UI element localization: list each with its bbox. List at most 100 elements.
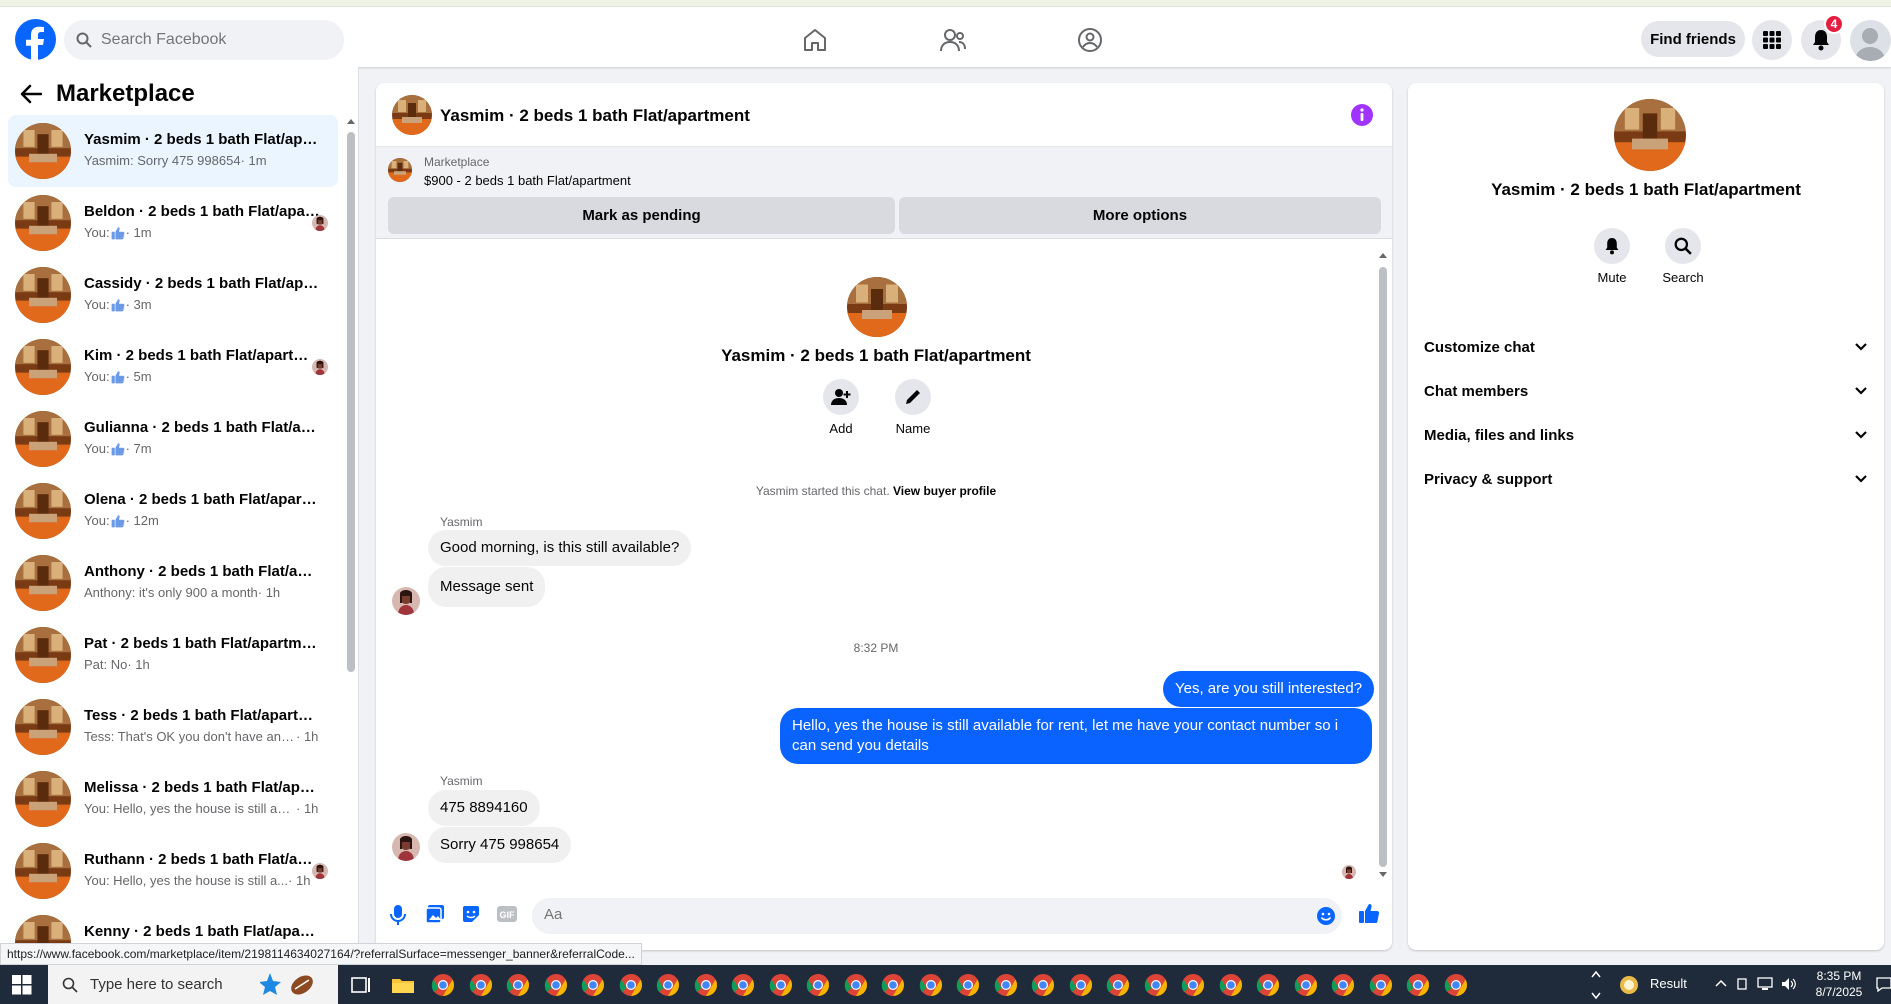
chrome-window-icon[interactable] bbox=[955, 972, 981, 998]
gif-icon[interactable]: GIF bbox=[496, 904, 518, 924]
details-avatar[interactable] bbox=[1614, 99, 1686, 171]
chrome-window-icon[interactable] bbox=[1180, 972, 1206, 998]
chrome-window-icon[interactable] bbox=[1105, 972, 1131, 998]
like-thumb-icon[interactable] bbox=[1358, 902, 1380, 924]
chat-avatar[interactable] bbox=[392, 95, 432, 135]
chrome-window-icon[interactable] bbox=[543, 972, 569, 998]
chrome-window-icon[interactable] bbox=[1443, 972, 1469, 998]
taskbar-scroll-icon[interactable] bbox=[1590, 967, 1602, 1003]
conversation-item[interactable]: Melissa · 2 beds 1 bath Flat/apartment Yo… bbox=[8, 763, 338, 835]
windows-start-icon[interactable] bbox=[12, 975, 32, 995]
scroll-down-arrow-icon[interactable] bbox=[1378, 871, 1388, 879]
message-input-box[interactable] bbox=[532, 898, 1342, 934]
view-buyer-profile-link[interactable]: View buyer profile bbox=[893, 484, 996, 498]
weather-icon[interactable] bbox=[1618, 974, 1640, 996]
chrome-window-icon[interactable] bbox=[730, 972, 756, 998]
chrome-window-icon[interactable] bbox=[918, 972, 944, 998]
incoming-message[interactable]: 475 8894160 bbox=[428, 790, 540, 826]
search-in-chat-button[interactable]: Search bbox=[1653, 228, 1713, 285]
details-section-2[interactable]: Media, files and links bbox=[1424, 413, 1868, 457]
microphone-icon[interactable] bbox=[390, 904, 406, 926]
chrome-window-icon[interactable] bbox=[768, 972, 794, 998]
chrome-window-icon[interactable] bbox=[1330, 972, 1356, 998]
conversation-item[interactable]: Pat · 2 beds 1 bath Flat/apartment Pat: N… bbox=[8, 619, 338, 691]
file-explorer-icon[interactable] bbox=[390, 972, 416, 998]
home-icon[interactable] bbox=[800, 25, 830, 55]
groups-icon[interactable] bbox=[1075, 25, 1105, 55]
weather-label[interactable]: Result bbox=[1650, 976, 1687, 991]
sticker-icon[interactable] bbox=[461, 904, 481, 924]
volume-icon[interactable] bbox=[1780, 976, 1798, 992]
tray-chevron-icon[interactable] bbox=[1714, 977, 1728, 991]
friends-icon[interactable] bbox=[938, 25, 968, 55]
listing-price-title[interactable]: $900 - 2 beds 1 bath Flat/apartment bbox=[424, 173, 631, 188]
conversation-scroll-thumb[interactable] bbox=[347, 132, 355, 672]
chrome-window-icon[interactable] bbox=[993, 972, 1019, 998]
conversation-item[interactable]: Yasmim · 2 beds 1 bath Flat/apartment Yas… bbox=[8, 115, 338, 187]
chat-title[interactable]: Yasmim · 2 beds 1 bath Flat/apartment bbox=[440, 106, 750, 126]
taskbar-clock[interactable]: 8:35 PM 8/7/2025 bbox=[1806, 968, 1872, 1000]
chrome-window-icon[interactable] bbox=[1218, 972, 1244, 998]
more-options-button[interactable]: More options bbox=[899, 197, 1381, 234]
incoming-message[interactable]: Message sent bbox=[428, 567, 546, 607]
chrome-window-icon[interactable] bbox=[1405, 972, 1431, 998]
chrome-window-icon[interactable] bbox=[1368, 972, 1394, 998]
network-icon[interactable] bbox=[1756, 976, 1774, 992]
chrome-window-icon[interactable] bbox=[1143, 972, 1169, 998]
incoming-message[interactable]: Good morning, is this still available? bbox=[428, 530, 692, 566]
chrome-window-icon[interactable] bbox=[1068, 972, 1094, 998]
notifications-center-icon[interactable] bbox=[1876, 976, 1891, 992]
conversation-item[interactable]: Olena · 2 beds 1 bath Flat/apartment You:… bbox=[8, 475, 338, 547]
conversation-item[interactable]: Ruthann · 2 beds 1 bath Flat/apartment Yo… bbox=[8, 835, 338, 907]
conversation-item[interactable]: Anthony · 2 beds 1 bath Flat/apartment An… bbox=[8, 547, 338, 619]
facebook-logo-icon[interactable] bbox=[15, 19, 56, 61]
meet-now-icon[interactable] bbox=[1736, 977, 1750, 991]
info-icon[interactable] bbox=[1350, 103, 1374, 127]
chrome-window-icon[interactable] bbox=[655, 972, 681, 998]
back-arrow-icon[interactable] bbox=[20, 84, 42, 104]
conversation-item[interactable]: Beldon · 2 beds 1 bath Flat/apartment You… bbox=[8, 187, 338, 259]
menu-grid-icon[interactable] bbox=[1752, 20, 1792, 60]
search-box[interactable] bbox=[64, 20, 344, 60]
chrome-window-icon[interactable] bbox=[580, 972, 606, 998]
sender-avatar[interactable] bbox=[392, 833, 420, 861]
find-friends-button[interactable]: Find friends bbox=[1641, 21, 1745, 57]
photo-icon[interactable] bbox=[425, 904, 445, 924]
details-section-0[interactable]: Customize chat bbox=[1424, 325, 1868, 369]
emoji-icon[interactable] bbox=[1316, 906, 1336, 926]
chrome-window-icon[interactable] bbox=[1030, 972, 1056, 998]
chrome-window-icon[interactable] bbox=[880, 972, 906, 998]
outgoing-message[interactable]: Yes, are you still interested? bbox=[1163, 671, 1375, 707]
chrome-window-icon[interactable] bbox=[805, 972, 831, 998]
mark-as-pending-button[interactable]: Mark as pending bbox=[388, 197, 895, 234]
mute-button[interactable]: Mute bbox=[1582, 228, 1642, 285]
conversation-item[interactable]: Kim · 2 beds 1 bath Flat/apartment You: · … bbox=[8, 331, 338, 403]
incoming-message[interactable]: Sorry 475 998654 bbox=[428, 827, 572, 863]
browser-top-strip bbox=[0, 0, 1891, 7]
details-section-1[interactable]: Chat members bbox=[1424, 369, 1868, 413]
conversation-item[interactable]: Gulianna · 2 beds 1 bath Flat/apartment Y… bbox=[8, 403, 338, 475]
taskbar-search[interactable]: Type here to search bbox=[48, 965, 338, 1004]
task-view-icon[interactable] bbox=[348, 972, 374, 998]
conversation-item[interactable]: Tess · 2 beds 1 bath Flat/apartment Tess:… bbox=[8, 691, 338, 763]
chrome-window-icon[interactable] bbox=[1293, 972, 1319, 998]
scroll-up-arrow-icon[interactable] bbox=[1378, 251, 1388, 259]
outgoing-message[interactable]: Hello, yes the house is still available … bbox=[780, 708, 1372, 764]
chrome-window-icon[interactable] bbox=[693, 972, 719, 998]
chrome-window-icon[interactable] bbox=[505, 972, 531, 998]
conversation-preview: You: · 12m bbox=[84, 513, 159, 528]
chrome-window-icon[interactable] bbox=[468, 972, 494, 998]
nickname-button[interactable]: Name bbox=[883, 379, 943, 436]
chrome-window-icon[interactable] bbox=[843, 972, 869, 998]
chrome-window-icon[interactable] bbox=[430, 972, 456, 998]
message-scroll-thumb[interactable] bbox=[1379, 267, 1387, 867]
details-section-3[interactable]: Privacy & support bbox=[1424, 457, 1868, 501]
chrome-window-icon[interactable] bbox=[618, 972, 644, 998]
conversation-item[interactable]: Cassidy · 2 beds 1 bath Flat/apartment Yo… bbox=[8, 259, 338, 331]
message-input[interactable] bbox=[544, 906, 1304, 923]
search-input[interactable] bbox=[101, 31, 321, 49]
add-button[interactable]: Add bbox=[811, 379, 871, 436]
sender-avatar[interactable] bbox=[392, 587, 420, 615]
chrome-window-icon[interactable] bbox=[1255, 972, 1281, 998]
profile-avatar[interactable] bbox=[1850, 20, 1891, 61]
